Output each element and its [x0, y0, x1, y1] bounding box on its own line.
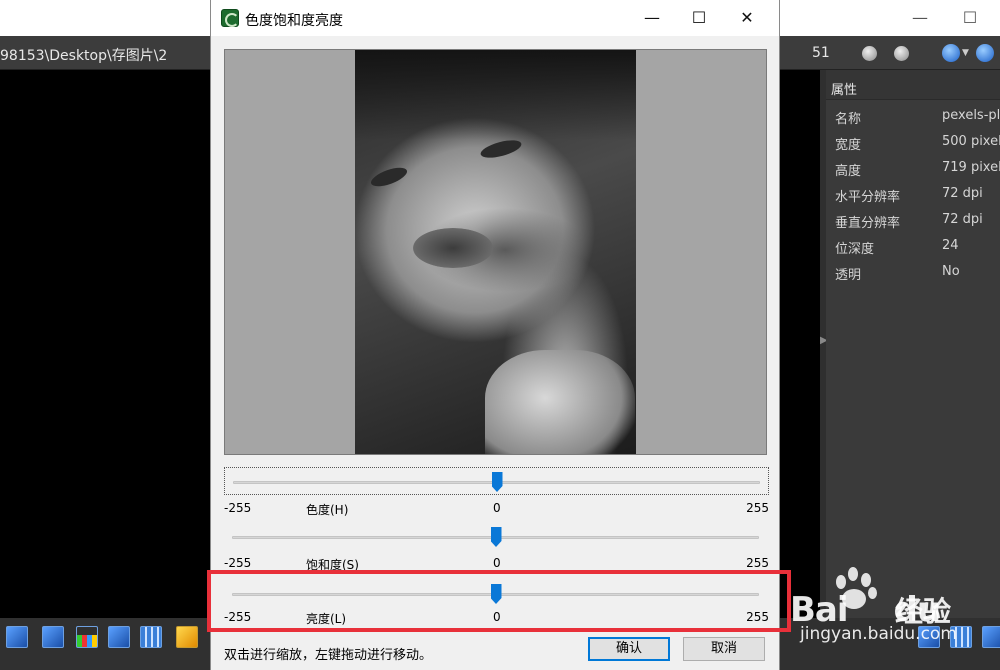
slider-name-label: 色度(H) [306, 503, 349, 517]
chevron-down-icon[interactable]: ▼ [962, 48, 969, 58]
file-path: 98153\Desktop\存图片\2 [0, 48, 168, 64]
slider-thumb[interactable] [491, 472, 503, 492]
property-value: pexels-pl [942, 108, 1000, 123]
property-value: 500 pixel [942, 134, 1000, 149]
hue-labels: -255 色度(H) 0 255 [224, 501, 769, 517]
property-row: 垂直分辨率 72 dpi [826, 206, 1000, 232]
crop-icon[interactable] [108, 626, 130, 648]
cancel-button[interactable]: 取消 [683, 637, 765, 661]
property-row: 水平分辨率 72 dpi [826, 180, 1000, 206]
property-row: 名称 pexels-pl [826, 102, 1000, 128]
properties-list: 名称 pexels-pl 宽度 500 pixel 高度 719 pixel 水… [826, 100, 1000, 284]
saturation-slider[interactable] [224, 523, 769, 551]
dialog-titlebar[interactable]: 色度饱和度亮度 — ☐ ✕ [211, 0, 779, 36]
close-button[interactable]: ✕ [724, 4, 770, 32]
property-key: 透明 [835, 268, 862, 283]
image-count: 51 [812, 45, 830, 61]
view-icon[interactable] [982, 626, 1000, 648]
app-restore-button[interactable]: ☐ [960, 8, 980, 28]
property-key: 高度 [835, 164, 862, 179]
navigate-down-icon[interactable] [976, 44, 994, 62]
record-icon-2[interactable] [894, 46, 909, 61]
adjust-icon[interactable] [140, 626, 162, 648]
property-row: 透明 No [826, 258, 1000, 284]
usage-hint: 双击进行缩放，左键拖动进行移动。 [224, 648, 433, 663]
histogram-icon[interactable] [76, 626, 98, 648]
property-value: No [942, 264, 960, 279]
property-key: 位深度 [835, 242, 875, 257]
slider-thumb[interactable] [490, 527, 502, 547]
minimize-button[interactable]: — [629, 4, 675, 32]
property-value: 719 pixel [942, 160, 1000, 175]
property-row: 高度 719 pixel [826, 154, 1000, 180]
slider-mid-label: 0 [493, 501, 501, 515]
property-key: 名称 [835, 112, 862, 127]
record-icon[interactable] [862, 46, 877, 61]
navigate-up-icon[interactable] [942, 44, 960, 62]
slider-min-label: -255 [224, 501, 252, 515]
watermark-url: jingyan.baidu.com [800, 624, 957, 644]
property-value: 24 [942, 238, 959, 253]
property-value: 72 dpi [942, 212, 983, 227]
maximize-button[interactable]: ☐ [676, 4, 722, 32]
property-key: 垂直分辨率 [835, 216, 901, 231]
dialog-title: 色度饱和度亮度 [245, 13, 343, 29]
slider-min-label: -255 [224, 556, 252, 570]
slider-max-label: 255 [746, 501, 769, 515]
property-row: 位深度 24 [826, 232, 1000, 258]
slider-max-label: 255 [746, 556, 769, 570]
ok-button[interactable]: 确认 [588, 637, 670, 661]
properties-title: 属性 [826, 70, 1000, 100]
layout-icon[interactable] [6, 626, 28, 648]
highlight-box [207, 570, 791, 632]
app-minimize-button[interactable]: — [910, 8, 930, 28]
slider-mid-label: 0 [493, 556, 501, 570]
edit-icon[interactable] [176, 626, 198, 648]
image-preview[interactable] [224, 49, 767, 455]
property-value: 72 dpi [942, 186, 983, 201]
property-row: 宽度 500 pixel [826, 128, 1000, 154]
app-logo-icon [221, 9, 239, 27]
properties-panel: 属性 名称 pexels-pl 宽度 500 pixel 高度 719 pixe… [826, 70, 1000, 618]
preview-photo [355, 50, 636, 454]
hue-slider[interactable] [224, 467, 769, 495]
move-icon[interactable] [42, 626, 64, 648]
property-key: 宽度 [835, 138, 862, 153]
property-key: 水平分辨率 [835, 190, 901, 205]
